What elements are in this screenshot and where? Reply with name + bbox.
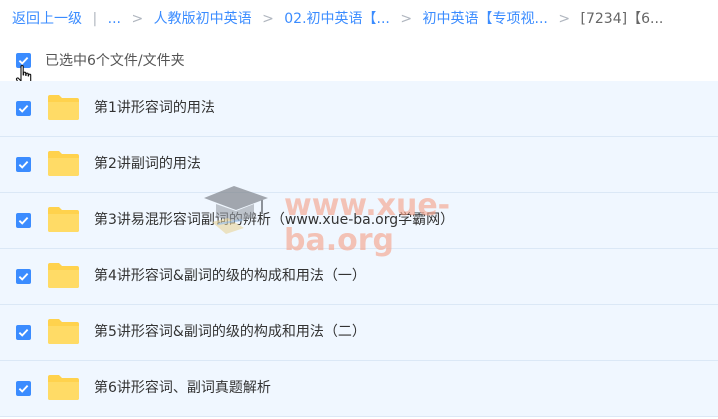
file-row[interactable]: 第6讲形容词、副词真题解析 <box>0 361 718 417</box>
file-name[interactable]: 第5讲形容词&副词的级的构成和用法（二） <box>94 305 366 360</box>
checkmark-icon <box>18 160 29 169</box>
breadcrumb-item-3[interactable]: 初中英语【专项视... <box>423 11 548 27</box>
folder-icon <box>48 207 79 232</box>
file-name[interactable]: 第2讲副词的用法 <box>94 137 201 192</box>
breadcrumb-item-1[interactable]: 人教版初中英语 <box>154 11 252 27</box>
breadcrumb-chevron-icon: > <box>262 11 274 27</box>
breadcrumb-ellipsis[interactable]: ... <box>108 11 121 27</box>
breadcrumb-divider: | <box>92 11 98 27</box>
checkmark-icon <box>18 104 29 113</box>
file-row[interactable]: 第2讲副词的用法 <box>0 137 718 193</box>
row-checkbox[interactable] <box>16 325 31 340</box>
checkmark-icon <box>18 384 29 393</box>
breadcrumb-chevron-icon: > <box>558 11 571 27</box>
folder-icon <box>48 319 79 344</box>
file-name[interactable]: 第6讲形容词、副词真题解析 <box>94 361 271 416</box>
file-row[interactable]: 第5讲形容词&副词的级的构成和用法（二） <box>0 305 718 361</box>
file-name[interactable]: 第1讲形容词的用法 <box>94 81 215 136</box>
checkmark-icon <box>18 272 29 281</box>
select-all-bar: 已选中6个文件/文件夹 <box>16 50 185 70</box>
row-checkbox[interactable] <box>16 157 31 172</box>
folder-icon <box>48 263 79 288</box>
back-link[interactable]: 返回上一级 <box>12 11 82 27</box>
file-row[interactable]: 第3讲易混形容词副词的辨析（www.xue-ba.org学霸网） <box>0 193 718 249</box>
folder-icon <box>48 375 79 400</box>
file-name[interactable]: 第3讲易混形容词副词的辨析（www.xue-ba.org学霸网） <box>94 193 454 248</box>
row-checkbox[interactable] <box>16 381 31 396</box>
folder-icon <box>48 95 79 120</box>
file-name[interactable]: 第4讲形容词&副词的级的构成和用法（一） <box>94 249 366 304</box>
selection-count-label: 已选中6个文件/文件夹 <box>45 53 185 69</box>
checkmark-icon <box>18 328 29 337</box>
row-checkbox[interactable] <box>16 101 31 116</box>
file-row[interactable]: 第4讲形容词&副词的级的构成和用法（一） <box>0 249 718 305</box>
breadcrumb-chevron-icon: > <box>400 11 413 27</box>
breadcrumb-chevron-icon: > <box>131 11 144 27</box>
breadcrumb-current: [7234]【6... <box>580 11 664 27</box>
file-row[interactable]: 第1讲形容词的用法 <box>0 81 718 137</box>
checkmark-icon <box>18 216 29 225</box>
row-checkbox[interactable] <box>16 213 31 228</box>
breadcrumb: 返回上一级 | ... > 人教版初中英语 > 02.初中英语【... > 初中… <box>12 8 663 30</box>
folder-icon <box>48 151 79 176</box>
file-list: 第1讲形容词的用法 第2讲副词的用法 第3讲易混形容词副词的辨析（www.xue… <box>0 81 718 417</box>
row-checkbox[interactable] <box>16 269 31 284</box>
breadcrumb-item-2[interactable]: 02.初中英语【... <box>284 11 390 27</box>
